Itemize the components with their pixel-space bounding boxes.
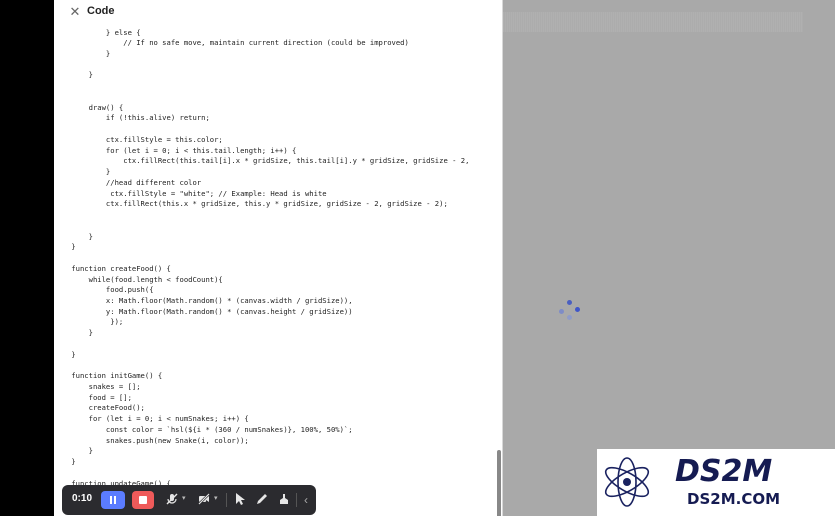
- code-line: createFood();: [54, 403, 145, 413]
- code-line: } else {: [54, 27, 141, 37]
- toolbar-divider: [226, 493, 227, 507]
- code-line: }: [54, 457, 76, 467]
- code-line: ctx.fillRect(this.tail[i].x * gridSize, …: [54, 156, 470, 166]
- cursor-icon[interactable]: [232, 492, 248, 508]
- spinner-dot: [567, 315, 572, 320]
- chevron-down-icon[interactable]: ▾: [214, 495, 220, 503]
- spinner-dot: [575, 307, 580, 312]
- pen-icon[interactable]: [254, 492, 270, 508]
- left-gutter: [0, 0, 54, 516]
- code-area[interactable]: } else { // If no safe move, maintain cu…: [54, 26, 502, 516]
- code-line: }: [54, 349, 76, 359]
- panel-header: ✕ Code: [54, 0, 502, 26]
- eraser-icon[interactable]: [276, 492, 292, 508]
- camera-off-icon[interactable]: [196, 492, 212, 508]
- code-line: draw() {: [54, 102, 124, 112]
- code-panel: ✕ Code } else { // If no safe move, main…: [54, 0, 503, 516]
- code-line: }: [54, 328, 93, 338]
- microphone-off-icon[interactable]: [164, 492, 180, 508]
- loading-spinner-icon: [558, 300, 582, 324]
- code-line: });: [54, 317, 124, 327]
- code-line: for (let i = 0; i < this.tail.length; i+…: [54, 145, 297, 155]
- code-line: // If no safe move, maintain current dir…: [54, 38, 409, 48]
- chevron-left-icon[interactable]: ‹: [298, 492, 314, 508]
- code-line: snakes.push(new Snake(i, color));: [54, 435, 249, 445]
- recording-toolbar: 0:10 ▾ ▾ ‹: [62, 485, 316, 515]
- preview-header-strip: [503, 12, 803, 32]
- code-line: function createFood() {: [54, 263, 171, 273]
- ds2m-logo: DS2M DS2M.COM: [604, 454, 780, 508]
- spinner-dot: [567, 300, 572, 305]
- code-line: while(food.length < foodCount){: [54, 274, 223, 284]
- panel-title: Code: [87, 5, 115, 17]
- code-line: snakes = [];: [54, 381, 141, 391]
- code-line: const color = `hsl(${i * (360 / numSnake…: [54, 424, 353, 434]
- svg-text:DS2M: DS2M: [675, 454, 772, 489]
- code-line: x: Math.floor(Math.random() * (canvas.wi…: [54, 296, 353, 305]
- code-line: }: [54, 231, 93, 241]
- code-line: ctx.fillStyle = "white"; // Example: Hea…: [54, 188, 327, 198]
- recording-timer: 0:10: [72, 493, 93, 504]
- stop-button[interactable]: [132, 491, 154, 509]
- close-icon[interactable]: ✕: [68, 5, 82, 19]
- preview-pane: [503, 0, 835, 516]
- watermark-logo: DS2M DS2M.COM: [597, 449, 835, 516]
- code-line: y: Math.floor(Math.random() * (canvas.he…: [54, 306, 353, 316]
- pause-button[interactable]: [101, 491, 125, 509]
- code-line: food = [];: [54, 392, 132, 402]
- scrollbar-thumb[interactable]: [497, 450, 501, 516]
- spinner-dot: [559, 309, 564, 314]
- scrollbar[interactable]: [496, 26, 502, 516]
- code-line: //head different color: [54, 177, 202, 187]
- code-line: for (let i = 0; i < numSnakes; i++) {: [54, 414, 249, 424]
- code-line: }: [54, 70, 93, 80]
- code-line: }: [54, 48, 111, 58]
- toolbar-divider: [296, 493, 297, 507]
- code-line: ctx.fillRect(this.x * gridSize, this.y *…: [54, 199, 448, 209]
- code-line: }: [54, 446, 93, 456]
- code-line: }: [54, 167, 111, 177]
- code-line: if (!this.alive) return;: [54, 113, 210, 123]
- chevron-down-icon[interactable]: ▾: [182, 495, 188, 503]
- code-line: ctx.fillStyle = this.color;: [54, 134, 223, 144]
- svg-text:DS2M.COM: DS2M.COM: [687, 490, 780, 508]
- code-line: }: [54, 242, 76, 252]
- code-line: food.push({: [54, 285, 154, 295]
- code-line: function initGame() {: [54, 371, 163, 381]
